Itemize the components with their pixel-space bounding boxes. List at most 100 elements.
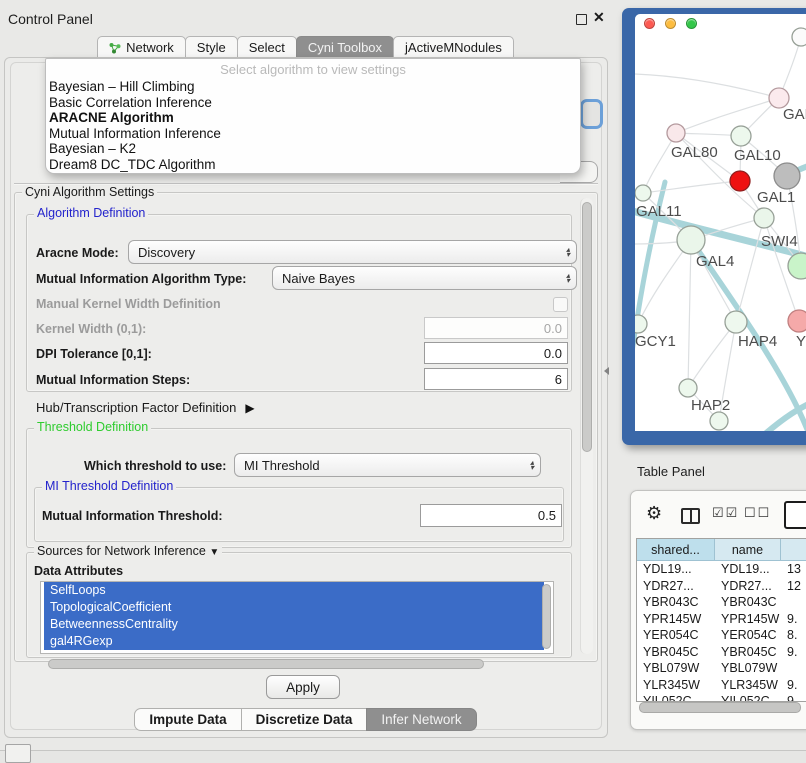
- dropdown-item-bayesian-k2[interactable]: Bayesian – K2: [49, 141, 577, 157]
- table-cell: YDR27...: [637, 578, 715, 595]
- panel-divider-handle[interactable]: [604, 367, 609, 375]
- bottom-tab-infer-network[interactable]: Infer Network: [366, 708, 476, 731]
- table-row[interactable]: YBR043CYBR043C: [637, 594, 806, 611]
- table-row[interactable]: YPR145WYPR145W9.: [637, 611, 806, 628]
- close-window-button[interactable]: [644, 18, 655, 29]
- table-horizontal-scrollbar[interactable]: [637, 702, 806, 712]
- mi-threshold-field[interactable]: 0.5: [420, 504, 562, 527]
- collapse-arrow-icon: ▼: [209, 547, 219, 558]
- expand-arrow-icon: ▶: [245, 401, 254, 415]
- attribute-item-betweennesscentrality[interactable]: BetweennessCentrality: [44, 616, 544, 633]
- data-attributes-label: Data Attributes: [34, 564, 123, 578]
- dropdown-item-mutual-information-inference[interactable]: Mutual Information Inference: [49, 126, 577, 142]
- table-cell: YBL079W: [715, 660, 781, 677]
- dropdown-items: Bayesian – Hill ClimbingBasic Correlatio…: [49, 79, 577, 173]
- network-node-hap4[interactable]: [725, 311, 747, 333]
- manual-kernel-checkbox[interactable]: [553, 297, 568, 312]
- mi-steps-label: Mutual Information Steps:: [36, 373, 190, 387]
- network-node-gal11[interactable]: [635, 185, 651, 201]
- network-node-gal2[interactable]: [769, 88, 789, 108]
- table-row[interactable]: YBR045CYBR045C9.: [637, 644, 806, 661]
- mi-type-select[interactable]: Naive Bayes ▴▾: [272, 266, 577, 290]
- close-panel-icon[interactable]: ✕: [593, 9, 605, 26]
- select-all-icon[interactable]: ☑☑: [712, 505, 739, 521]
- table-scrollbar-thumb[interactable]: [639, 702, 801, 713]
- table-row[interactable]: YDL19...YDL19...13: [637, 561, 806, 578]
- tab-label: Select: [249, 40, 285, 55]
- tab-style[interactable]: Style: [185, 36, 238, 59]
- table-file-icon[interactable]: [784, 501, 806, 529]
- apply-button[interactable]: Apply: [266, 675, 340, 699]
- network-node-gal4[interactable]: [677, 226, 705, 254]
- table-cell: YDR27...: [715, 578, 781, 595]
- table-cell: YBL079W: [637, 660, 715, 677]
- scrollbar-thumb[interactable]: [582, 202, 592, 452]
- attribute-item-selfloops[interactable]: SelfLoops: [44, 582, 544, 599]
- bottom-tab-impute-data[interactable]: Impute Data: [134, 708, 241, 731]
- attribute-item-gal4rgexp[interactable]: gal4RGexp: [44, 633, 544, 650]
- table-header-row: shared...name: [637, 539, 806, 561]
- tab-jactivemnodules[interactable]: jActiveMNodules: [393, 36, 514, 59]
- zoom-window-button[interactable]: [686, 18, 697, 29]
- dropdown-item-dream8-dc-tdc-algorithm[interactable]: Dream8 DC_TDC Algorithm: [49, 157, 577, 173]
- column-header-shared[interactable]: shared...: [637, 539, 715, 561]
- column-header-name[interactable]: name: [715, 539, 781, 561]
- table-row[interactable]: YER054CYER054C8.: [637, 627, 806, 644]
- network-node[interactable]: [730, 171, 750, 191]
- network-node-swi4[interactable]: [788, 253, 806, 279]
- settings-vertical-scrollbar[interactable]: [580, 198, 593, 654]
- tab-network[interactable]: Network: [97, 36, 186, 59]
- float-panel-icon[interactable]: [576, 14, 587, 25]
- which-threshold-select[interactable]: MI Threshold ▴▾: [234, 453, 541, 477]
- table-row[interactable]: YIL052CYIL052C9: [637, 693, 806, 702]
- minimize-window-button[interactable]: [665, 18, 676, 29]
- settings-horizontal-scrollbar[interactable]: [48, 659, 484, 669]
- node-label-gal2: GAL2: [783, 106, 806, 123]
- table-row[interactable]: YBL079WYBL079W: [637, 660, 806, 677]
- dropdown-prompt: Select algorithm to view settings: [46, 62, 580, 77]
- column-layout-icon[interactable]: [681, 508, 700, 524]
- dropdown-item-basic-correlation-inference[interactable]: Basic Correlation Inference: [49, 95, 577, 111]
- sources-group-title[interactable]: Sources for Network Inference ▼: [34, 545, 222, 559]
- network-view-window[interactable]: GAL2GAL80GAL10GAL1GAL11SWI4GAL4GCY1HAP4Y…: [635, 14, 806, 431]
- network-node[interactable]: [710, 412, 728, 430]
- control-panel-tab-bar: Network Style Select Cyni ToolboxjActiveMNo…: [0, 36, 612, 59]
- network-node-y[interactable]: [788, 310, 806, 332]
- dropdown-item-bayesian-hill-climbing[interactable]: Bayesian – Hill Climbing: [49, 79, 577, 95]
- tab-label: Network: [126, 40, 174, 55]
- bottom-tab-discretize-data[interactable]: Discretize Data: [241, 708, 368, 731]
- node-table: shared...name YDL19...YDL19...13YDR27...…: [636, 538, 806, 702]
- network-node-gcy1[interactable]: [635, 315, 647, 333]
- network-node-gal1[interactable]: [754, 208, 774, 228]
- settings-gear-icon[interactable]: ⚙: [646, 503, 662, 524]
- dropdown-item-aracne-algorithm[interactable]: ARACNE Algorithm: [49, 110, 577, 126]
- table-row[interactable]: YLR345WYLR345W9.: [637, 677, 806, 694]
- algorithm-combo-button[interactable]: [580, 99, 603, 129]
- network-node[interactable]: [774, 163, 800, 189]
- dpi-tolerance-field[interactable]: 0.0: [424, 342, 568, 364]
- tab-label: Style: [197, 40, 226, 55]
- docked-panel-button[interactable]: [5, 744, 31, 763]
- deselect-all-icon[interactable]: ☐☐: [744, 505, 771, 521]
- attribute-item-topologicalcoefficient[interactable]: TopologicalCoefficient: [44, 599, 544, 616]
- window-controls: [644, 18, 697, 29]
- tab-cyni-toolbox[interactable]: Cyni Toolbox: [296, 36, 394, 59]
- hub-definition-expander[interactable]: Hub/Transcription Factor Definition ▶: [36, 400, 255, 415]
- node-label-swi4: SWI4: [761, 233, 798, 250]
- network-node-gal80[interactable]: [667, 124, 685, 142]
- table-cell: YLR345W: [637, 677, 715, 694]
- kernel-width-label: Kernel Width (0,1):: [36, 322, 146, 336]
- which-threshold-label: Which threshold to use:: [84, 459, 226, 473]
- network-node[interactable]: [792, 28, 806, 46]
- data-attributes-list[interactable]: SelfLoopsTopologicalCoefficientBetweenne…: [40, 581, 554, 654]
- tab-select[interactable]: Select: [237, 36, 297, 59]
- mi-steps-field[interactable]: 6: [424, 368, 568, 390]
- kernel-width-field[interactable]: 0.0: [424, 317, 568, 339]
- network-node-hap2[interactable]: [679, 379, 697, 397]
- column-header-2[interactable]: [781, 539, 806, 561]
- panel-title: Control Panel: [8, 11, 93, 27]
- network-node-gal10[interactable]: [731, 126, 751, 146]
- aracne-mode-select[interactable]: Discovery ▴▾: [128, 240, 577, 264]
- table-row[interactable]: YDR27...YDR27...12: [637, 578, 806, 595]
- list-scrollbar-thumb[interactable]: [542, 584, 551, 649]
